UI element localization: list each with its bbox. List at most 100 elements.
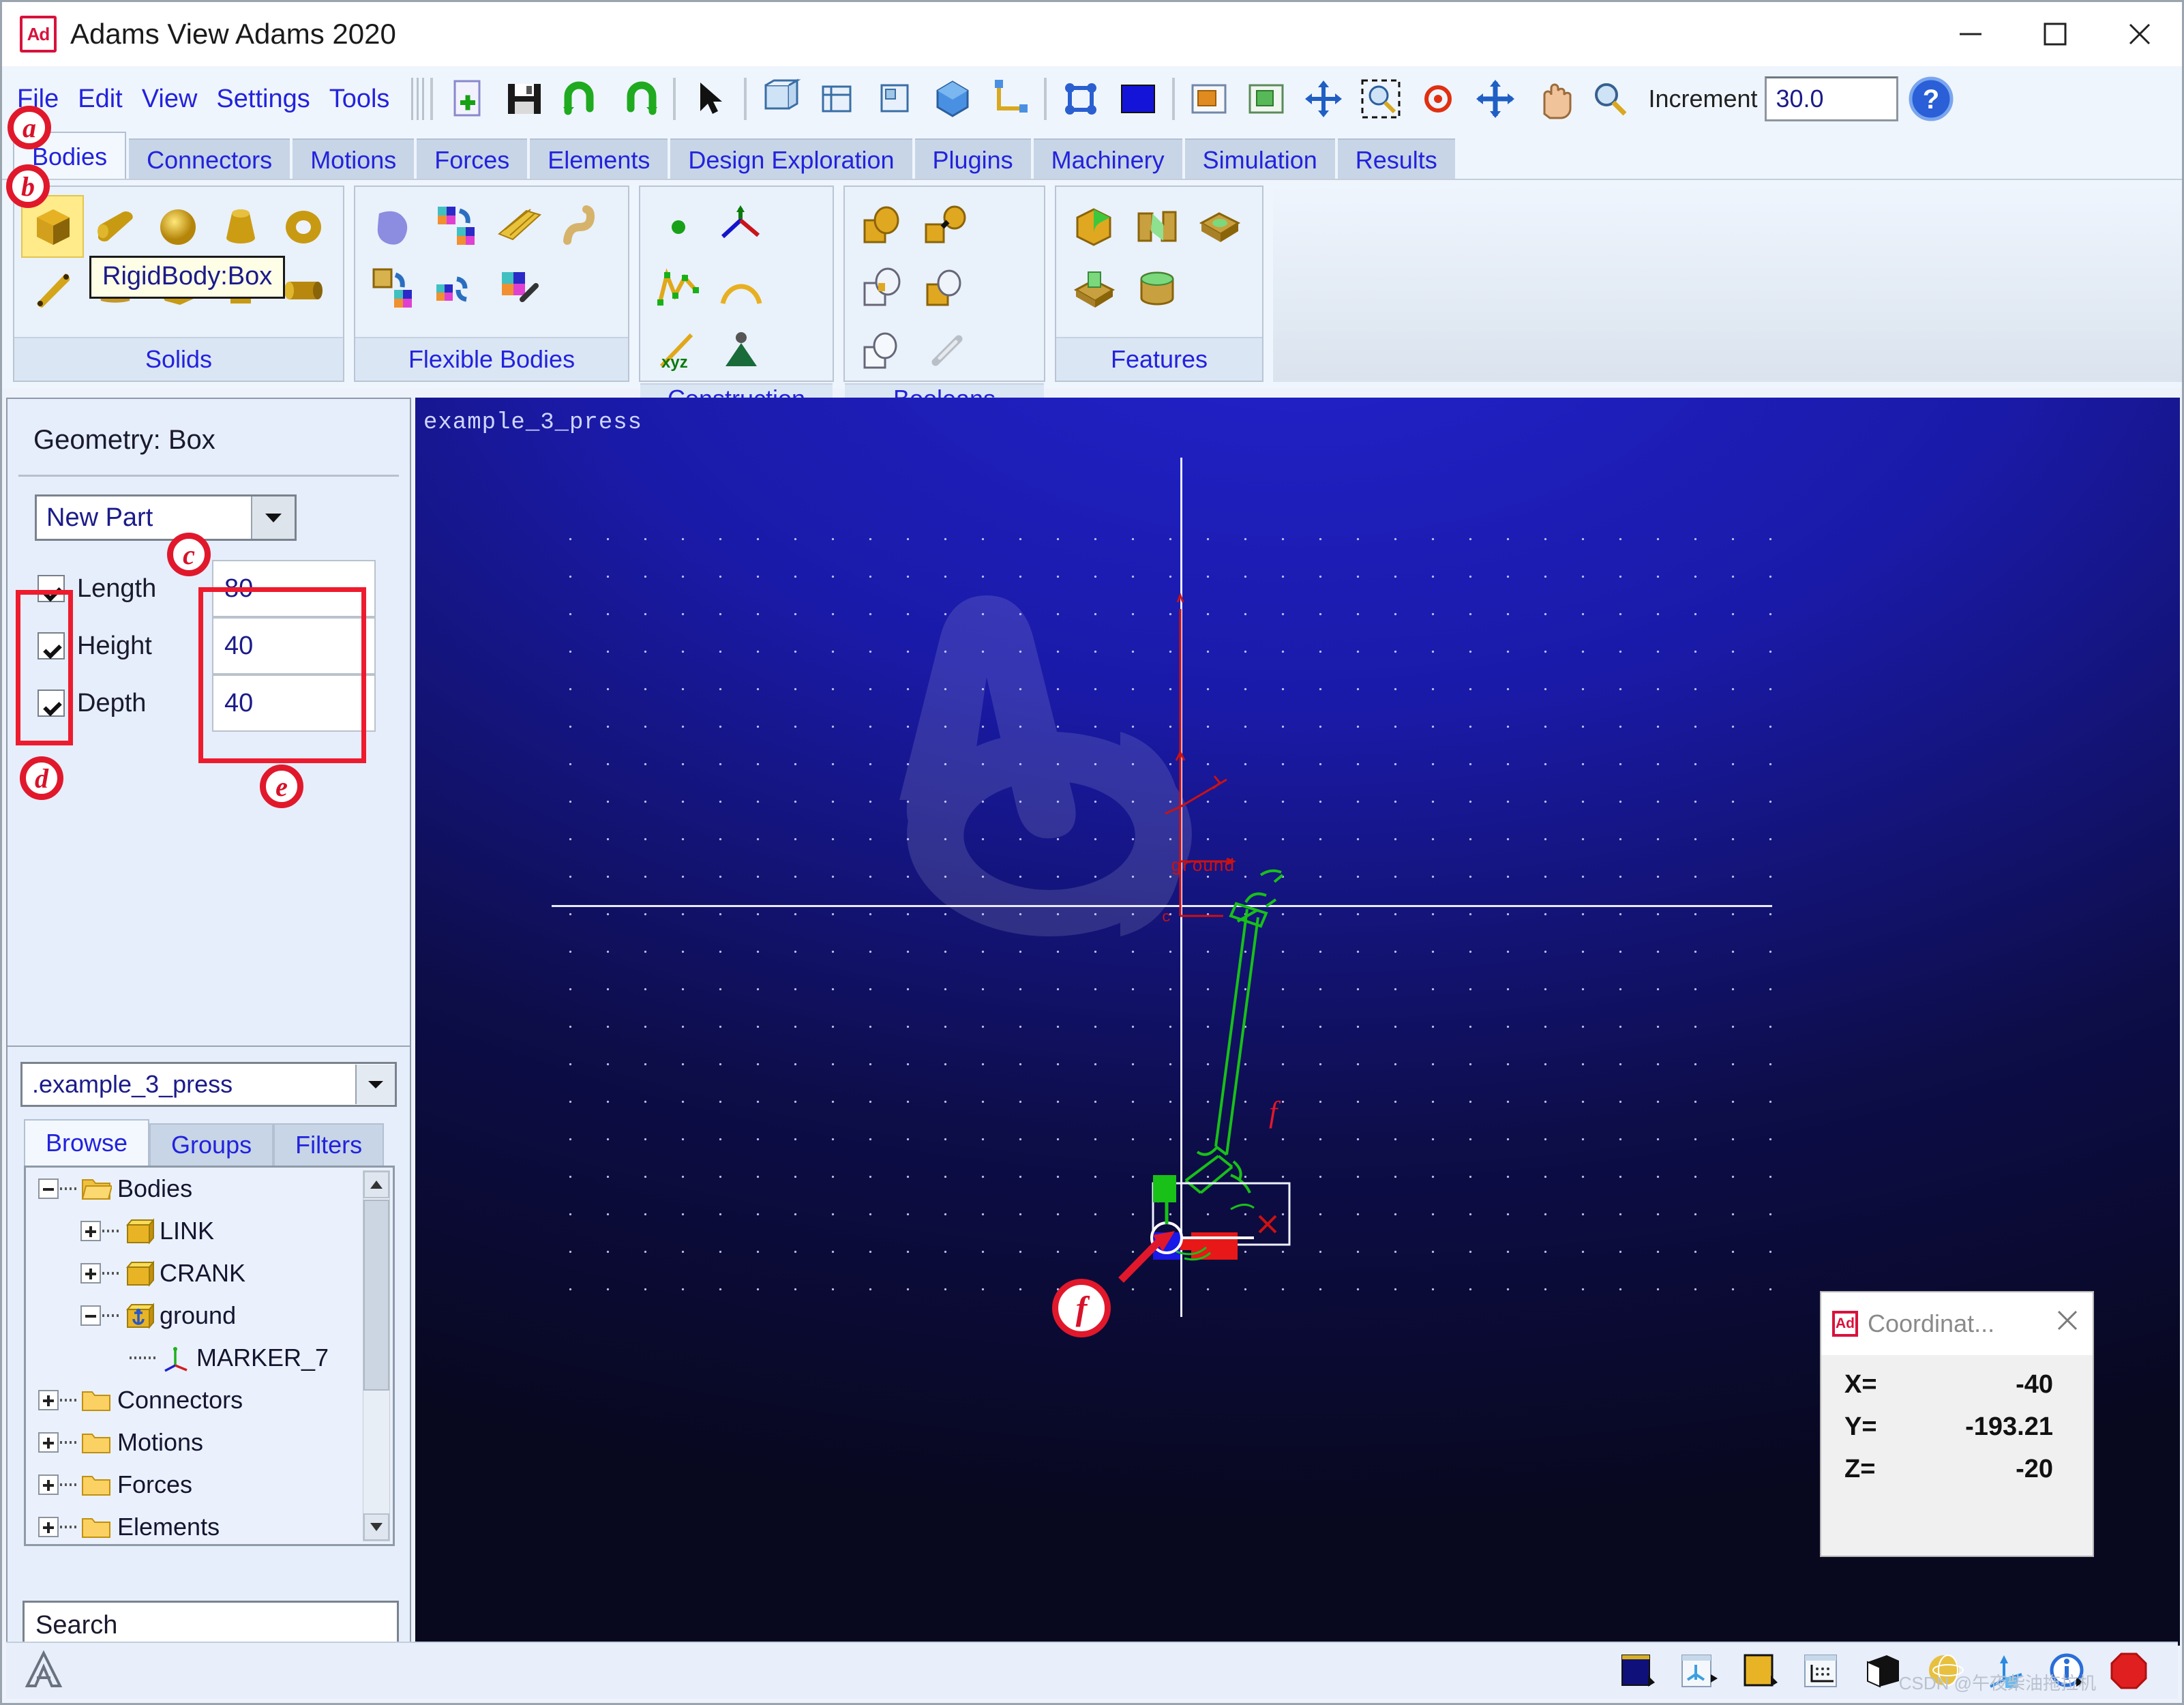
discrete-flex-link-icon[interactable] (362, 258, 425, 321)
right-view-icon[interactable] (871, 74, 920, 123)
ground-hatch-icon[interactable] (710, 321, 773, 383)
front-view-icon[interactable] (756, 74, 805, 123)
zoom-box-icon[interactable] (1356, 74, 1405, 123)
new-file-icon[interactable] (443, 74, 492, 123)
polyline-icon[interactable] (710, 195, 773, 258)
rigidbody-frustum-icon[interactable] (209, 195, 272, 258)
rigidbody-torus-icon[interactable] (272, 195, 335, 258)
rigidbody-link-icon[interactable] (21, 258, 84, 321)
menu-edit[interactable]: Edit (78, 85, 122, 114)
expand-toggle-icon[interactable] (38, 1390, 59, 1410)
wireframe-icon[interactable] (1242, 74, 1291, 123)
grid-icon[interactable] (1796, 1646, 1848, 1695)
boolean-chain-icon[interactable] (914, 321, 977, 383)
tab-browse[interactable]: Browse (24, 1119, 150, 1166)
color-swatch-icon[interactable] (1113, 74, 1163, 123)
tree-item-bodies[interactable]: Bodies (26, 1168, 393, 1210)
tab-design-exploration[interactable]: Design Exploration (670, 138, 912, 181)
chevron-down-icon-2[interactable] (355, 1065, 395, 1104)
maximize-icon[interactable] (2013, 2, 2097, 66)
help-icon[interactable]: ? (1906, 74, 1956, 123)
tree-item-link[interactable]: LINK (26, 1210, 393, 1252)
expand-toggle-icon[interactable] (80, 1221, 101, 1241)
feature-fillet-icon[interactable] (1063, 195, 1126, 258)
main-view-icon[interactable] (1612, 1646, 1664, 1695)
tab-machinery[interactable]: Machinery (1033, 138, 1182, 181)
menu-settings[interactable]: Settings (216, 85, 310, 114)
tree-item-forces[interactable]: Forces (26, 1464, 393, 1506)
collapse-toggle-icon[interactable] (38, 1178, 59, 1199)
toolbar-grip[interactable] (411, 78, 425, 120)
tab-forces[interactable]: Forces (417, 138, 528, 181)
tree-item-motions[interactable]: Motions (26, 1421, 393, 1464)
rigid-to-flex-icon[interactable] (425, 195, 488, 258)
tree-scrollbar[interactable] (363, 1170, 390, 1541)
model-path-dropdown[interactable]: .example_3_press (20, 1062, 397, 1107)
tree-item-connectors[interactable]: Connectors (26, 1379, 393, 1421)
tab-groups[interactable]: Groups (149, 1123, 274, 1166)
tree-item-marker7[interactable]: MARKER_7 (26, 1337, 393, 1379)
render-icon[interactable] (1056, 74, 1105, 123)
chevron-down-icon[interactable] (251, 496, 295, 539)
part-select-dropdown[interactable]: New Part (35, 494, 297, 541)
arc-icon[interactable] (710, 258, 773, 321)
flex-body-icon[interactable] (362, 195, 425, 258)
stop-icon[interactable] (2103, 1646, 2155, 1695)
tree-item-elements[interactable]: Elements (26, 1506, 393, 1544)
close-icon[interactable] (2053, 1306, 2082, 1341)
expand-toggle-icon[interactable] (38, 1432, 59, 1453)
boolean-subtract-icon[interactable] (852, 258, 914, 321)
model-tree[interactable]: Bodies LINK CRANK ground MARKER_7 Connec… (24, 1166, 395, 1546)
flex-swap-icon[interactable] (425, 258, 488, 321)
coordinate-window[interactable]: Ad Coordinat... X= -40 Y= -193.21 Z= -20 (1820, 1291, 2094, 1557)
scroll-down-icon[interactable] (363, 1513, 389, 1541)
axis-view-icon[interactable] (985, 74, 1034, 123)
part-list-icon[interactable] (1735, 1646, 1786, 1695)
pan-icon[interactable] (1528, 74, 1577, 123)
scroll-up-icon[interactable] (363, 1171, 389, 1198)
tab-motions[interactable]: Motions (293, 138, 415, 181)
rigidbody-cylinder-icon[interactable] (84, 195, 147, 258)
save-icon[interactable] (500, 74, 549, 123)
boolean-merge-icon[interactable] (914, 195, 977, 258)
close-icon[interactable] (2097, 2, 2182, 66)
xyz-csys-icon[interactable]: xyz (647, 321, 710, 383)
boolean-unite-icon[interactable] (852, 195, 914, 258)
scrollbar-thumb[interactable] (363, 1200, 389, 1391)
tree-item-ground[interactable]: ground (26, 1294, 393, 1337)
spline-icon[interactable] (647, 258, 710, 321)
select-arrow-icon[interactable] (685, 74, 734, 123)
increment-input[interactable]: 30.0 (1764, 76, 1898, 121)
top-view-icon[interactable] (813, 74, 863, 123)
adams-corner-icon[interactable] (6, 1649, 81, 1693)
tab-filters[interactable]: Filters (273, 1123, 385, 1166)
marker-point-icon[interactable] (647, 195, 710, 258)
tab-elements[interactable]: Elements (530, 138, 668, 181)
tab-plugins[interactable]: Plugins (914, 138, 1031, 181)
menu-tools[interactable]: Tools (329, 85, 390, 114)
rotate-icon[interactable] (1471, 74, 1520, 123)
menu-view[interactable]: View (142, 85, 198, 114)
expand-toggle-icon[interactable] (38, 1517, 59, 1537)
expand-toggle-icon[interactable] (38, 1474, 59, 1495)
boolean-cut-icon[interactable] (852, 321, 914, 383)
tree-item-crank[interactable]: CRANK (26, 1252, 393, 1294)
feature-boss-icon[interactable] (1063, 258, 1126, 321)
undo-icon[interactable] (557, 74, 606, 123)
feature-hollow-icon[interactable] (1188, 195, 1251, 258)
shaded-icon[interactable] (1184, 74, 1233, 123)
marker-list-icon[interactable] (1673, 1646, 1725, 1695)
tab-connectors[interactable]: Connectors (129, 138, 290, 181)
minimize-icon[interactable] (1928, 2, 2013, 66)
collapse-toggle-icon[interactable] (80, 1305, 101, 1326)
boolean-intersect-icon[interactable] (914, 258, 977, 321)
translate-icon[interactable] (1299, 74, 1348, 123)
center-icon[interactable] (1413, 74, 1463, 123)
tab-results[interactable]: Results (1337, 138, 1455, 181)
tab-simulation[interactable]: Simulation (1184, 138, 1335, 181)
zoom-icon[interactable] (1585, 74, 1634, 123)
expand-toggle-icon[interactable] (80, 1263, 101, 1284)
feature-hole-icon[interactable] (1126, 258, 1188, 321)
flex-edit-icon[interactable] (488, 258, 550, 321)
flex-beam-icon[interactable] (488, 195, 550, 258)
